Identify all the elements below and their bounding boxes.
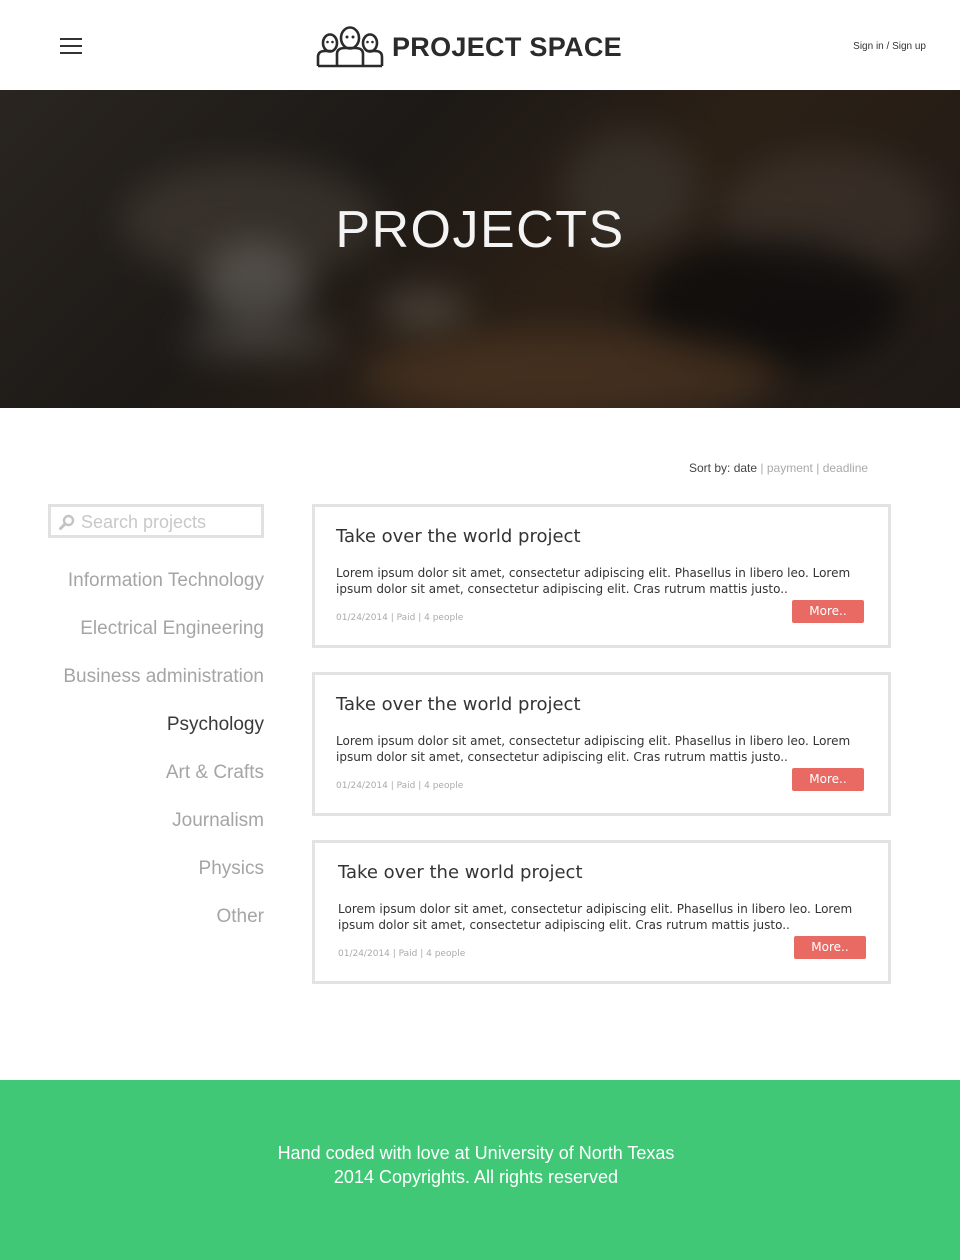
people-group-icon xyxy=(316,26,384,68)
project-title[interactable]: Take over the world project xyxy=(336,526,581,547)
category-item-business-administration[interactable]: Business administration xyxy=(30,664,264,712)
project-description: Lorem ipsum dolor sit amet, consectetur … xyxy=(336,734,851,764)
page-title: PROJECTS xyxy=(335,201,625,259)
category-item-journalism[interactable]: Journalism xyxy=(30,808,264,856)
site-logo[interactable]: PROJECT SPACE xyxy=(316,26,622,68)
project-title[interactable]: Take over the world project xyxy=(338,862,583,883)
project-card: Take over the world project Lorem ipsum … xyxy=(312,672,891,816)
more-button[interactable]: More.. xyxy=(792,600,864,623)
logo-text: PROJECT SPACE xyxy=(392,31,622,62)
sort-separator: | xyxy=(812,461,823,475)
project-title[interactable]: Take over the world project xyxy=(336,694,581,715)
project-meta: 01/24/2014 | Paid | 4 people xyxy=(336,781,464,791)
sort-label: Sort by: xyxy=(689,461,731,475)
project-card: Take over the world project Lorem ipsum … xyxy=(312,840,891,984)
auth-separator: / xyxy=(883,41,893,52)
hero-background-shape xyxy=(180,320,340,360)
sort-option-deadline[interactable]: deadline xyxy=(823,461,868,475)
sort-separator: | xyxy=(757,461,767,475)
hero-background-shape xyxy=(380,290,470,330)
search-input[interactable] xyxy=(81,510,259,534)
project-meta: 01/24/2014 | Paid | 4 people xyxy=(336,613,464,623)
category-list: Information Technology Electrical Engine… xyxy=(30,568,264,952)
category-item-psychology[interactable]: Psychology xyxy=(30,712,264,760)
sort-option-payment[interactable]: payment xyxy=(767,461,813,475)
search-box xyxy=(48,504,264,538)
footer-copyright: 2014 Copyrights. All rights reserved xyxy=(333,1167,619,1187)
category-item-electrical-engineering[interactable]: Electrical Engineering xyxy=(30,616,264,664)
project-description: Lorem ipsum dolor sit amet, consectetur … xyxy=(338,902,853,932)
site-header: PROJECT SPACE Sign in / Sign up xyxy=(0,0,960,90)
search-icon[interactable] xyxy=(59,514,75,530)
category-item-art-crafts[interactable]: Art & Crafts xyxy=(30,760,264,808)
sign-up-link[interactable]: Sign up xyxy=(892,41,926,52)
sign-in-link[interactable]: Sign in xyxy=(853,41,884,52)
site-footer: Hand coded with love at University of No… xyxy=(0,1080,960,1260)
project-meta: 01/24/2014 | Paid | 4 people xyxy=(338,949,466,959)
footer-credit: Hand coded with love at University of No… xyxy=(277,1143,675,1163)
hero-banner: PROJECTS xyxy=(0,90,960,408)
category-item-information-technology[interactable]: Information Technology xyxy=(30,568,264,616)
more-button[interactable]: More.. xyxy=(792,768,864,791)
more-button[interactable]: More.. xyxy=(794,936,866,959)
category-item-physics[interactable]: Physics xyxy=(30,856,264,904)
sort-bar: Sort by: date | payment | deadline xyxy=(689,461,868,475)
project-description: Lorem ipsum dolor sit amet, consectetur … xyxy=(336,566,851,596)
project-card: Take over the world project Lorem ipsum … xyxy=(312,504,891,648)
category-item-other[interactable]: Other xyxy=(30,904,264,952)
auth-links: Sign in / Sign up xyxy=(853,41,926,52)
hamburger-menu-icon[interactable] xyxy=(60,38,82,54)
sort-option-date[interactable]: date xyxy=(734,461,757,475)
